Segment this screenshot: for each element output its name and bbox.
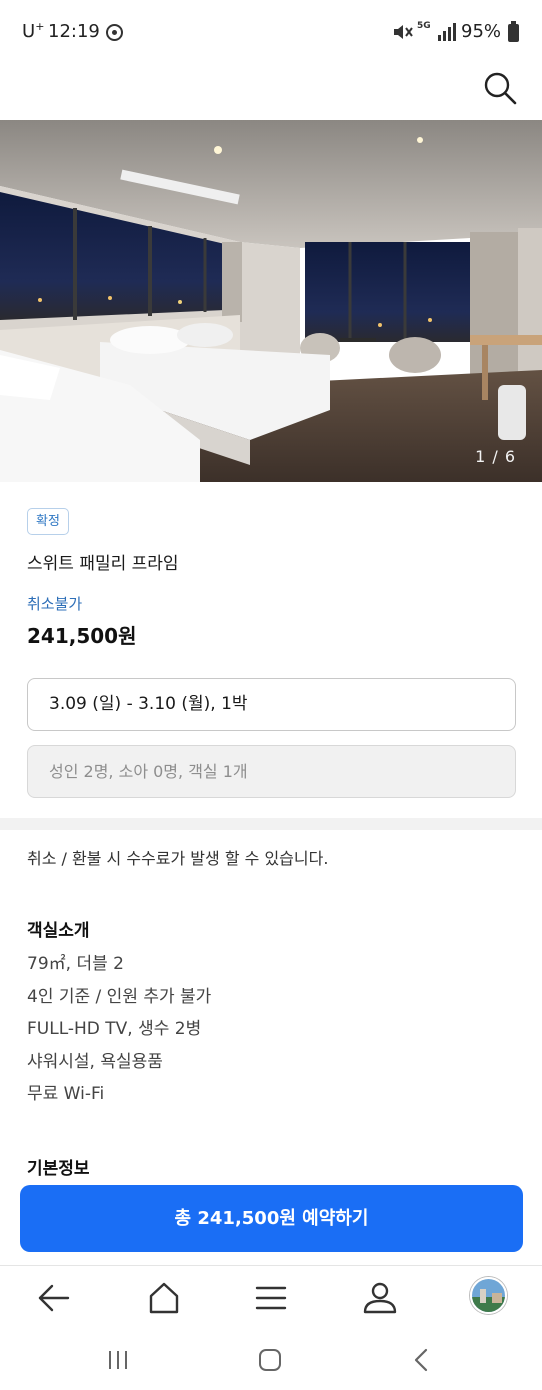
back-arrow-icon[interactable] [34,1278,74,1318]
room-photo [0,120,542,482]
profile-icon[interactable] [360,1278,400,1318]
bottom-nav [0,1265,542,1329]
menu-icon[interactable] [251,1278,291,1318]
list-item: 4인 기준 / 인원 추가 불가 [27,986,212,1007]
back-icon[interactable] [405,1343,439,1377]
status-bar: U+ 12:19 5G 95% [0,0,542,64]
photo-counter: 1 / 6 [475,447,516,466]
signal-icon [438,23,456,41]
room-intro-title: 객실소개 [27,921,90,941]
room-price: 241,500원 [27,624,137,648]
reserve-button[interactable]: 총 241,500원 예약하기 [20,1185,523,1252]
room-intro-list: 79㎡, 더블 2 4인 기준 / 인원 추가 불가 FULL-HD TV, 생… [27,952,211,1115]
clock: 12:19 [48,21,100,42]
guest-count-field[interactable]: 성인 2명, 소아 0명, 객실 1개 [27,745,516,798]
battery-icon [508,21,519,42]
home-icon[interactable] [144,1278,184,1318]
list-item: 79㎡, 더블 2 [27,954,124,974]
avatar[interactable] [470,1277,507,1314]
list-item: FULL-HD TV, 생수 2병 [27,1019,202,1039]
list-item: 무료 Wi-Fi [27,1084,105,1104]
refund-notice: 취소 / 환불 시 수수료가 발생 할 수 있습니다. [27,849,329,868]
status-badge: 확정 [27,508,69,535]
mute-icon [394,25,413,39]
sync-icon [106,24,123,41]
system-nav [0,1329,542,1390]
basic-info-title: 기본정보 [27,1159,90,1179]
battery-percent: 95% [461,21,502,42]
network-5g-icon: 5G [417,21,431,31]
search-icon[interactable] [482,70,518,106]
section-divider [0,818,542,830]
room-photo-carousel[interactable]: 1 / 6 [0,120,542,482]
date-range-field[interactable]: 3.09 (일) - 3.10 (월), 1박 [27,678,516,731]
list-item: 샤워시설, 욕실용품 [27,1051,163,1072]
carrier-label: U+ [22,20,45,42]
refund-policy: 취소불가 [27,595,83,613]
room-name: 스위트 패밀리 프라임 [27,554,179,574]
recent-apps-icon[interactable] [101,1343,135,1377]
booking-detail-page: U+ 12:19 5G 95% 1 / 6 확정 스위트 패밀리 프라임 취소불… [0,0,542,1390]
home-icon[interactable] [253,1343,287,1377]
avatar-image [472,1279,505,1312]
app-header [0,64,542,120]
